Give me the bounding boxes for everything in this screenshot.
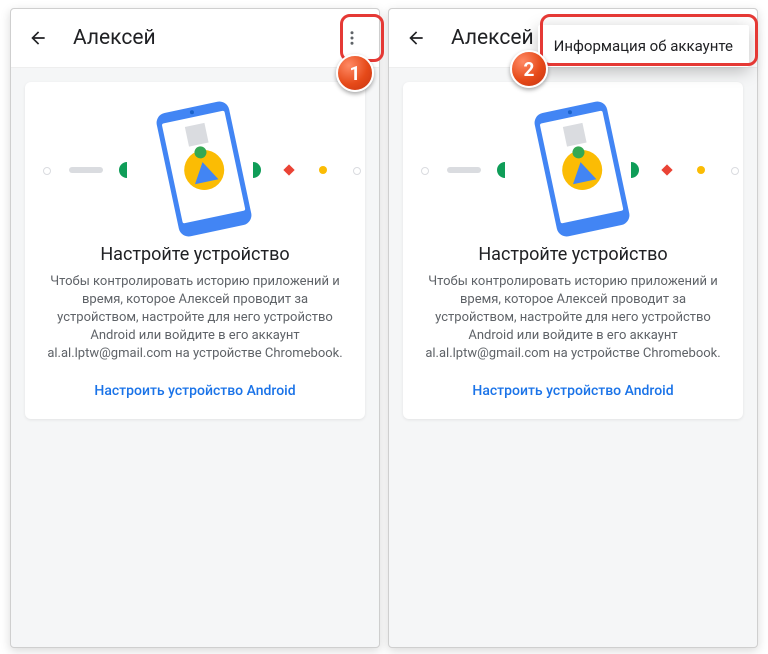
setup-android-link-right[interactable]: Настроить устройство Android (417, 383, 729, 399)
setup-android-link-left[interactable]: Настроить устройство Android (39, 383, 351, 399)
setup-card-right: Настройте устройство Чтобы контролироват… (403, 82, 743, 419)
phone-illustration-icon (533, 100, 632, 239)
illustration (39, 100, 351, 240)
card-desc-left: Чтобы контролировать историю приложений … (39, 273, 351, 363)
back-arrow-icon[interactable] (21, 21, 55, 55)
back-arrow-icon[interactable] (399, 21, 433, 55)
step-badge-1: 1 (336, 54, 374, 92)
card-title-right: Настройте устройство (417, 244, 729, 265)
page-title-left: Алексей (55, 26, 335, 50)
account-info-menu-item[interactable]: Информация об аккаунте (538, 25, 749, 67)
topbar-left: Алексей (11, 9, 379, 68)
phone-right: Алексей Информация об аккаунте (388, 8, 758, 648)
phone-illustration-icon (155, 100, 254, 239)
more-vert-icon[interactable] (335, 21, 369, 55)
stage: Алексей Нас (0, 0, 768, 654)
phone-left: Алексей Нас (10, 8, 380, 648)
card-title-left: Настройте устройство (39, 244, 351, 265)
illustration (417, 100, 729, 240)
card-desc-right: Чтобы контролировать историю приложений … (417, 273, 729, 363)
step-badge-2: 2 (510, 50, 548, 88)
setup-card-left: Настройте устройство Чтобы контролироват… (25, 82, 365, 419)
